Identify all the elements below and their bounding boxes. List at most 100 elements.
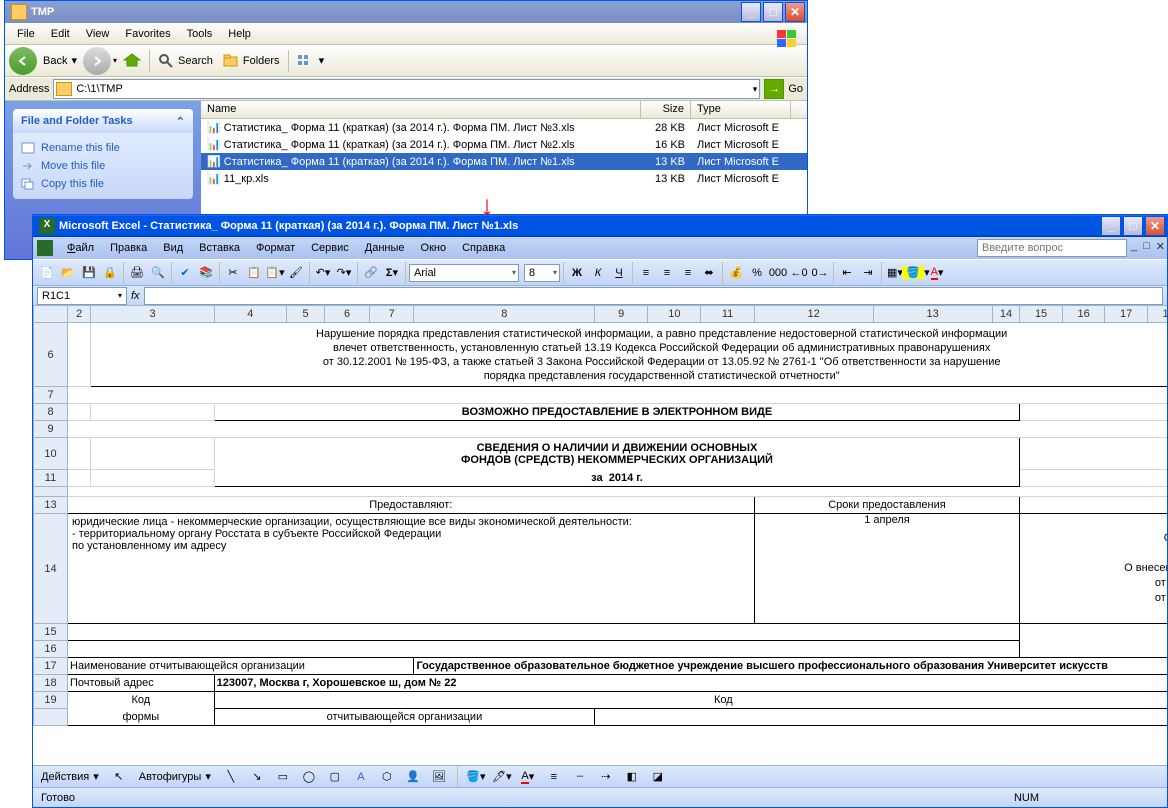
excel-close[interactable]: ✕ [1145,216,1165,236]
fill-button[interactable]: 🪣▾ [906,263,926,283]
textbox-tool[interactable]: ▢ [325,767,345,787]
list-item[interactable]: 📊 Статистика_ Форма 11 (краткая) (за 201… [201,119,807,136]
menu-view[interactable]: View [78,26,118,42]
m-format[interactable]: Формат [248,240,303,256]
italic-button[interactable]: К [588,263,608,283]
doc-minimize[interactable]: _ [1131,240,1137,253]
list-header[interactable]: Name Size Type [201,101,807,119]
back-button[interactable] [9,47,37,75]
copy-task[interactable]: Copy this file [13,175,193,193]
linestyle-tool[interactable]: ≡ [544,767,564,787]
col-type[interactable]: Type [691,101,791,119]
doc-restore[interactable]: □ [1143,240,1150,253]
views-button[interactable]: ▾ [293,49,329,73]
print-button[interactable]: 🖨 [127,263,147,283]
rename-task[interactable]: Rename this file [13,139,193,157]
font-selector[interactable]: Arial [409,264,519,282]
formula-input[interactable] [144,287,1163,305]
close-button[interactable]: ✕ [785,2,805,22]
m-data[interactable]: Данные [357,240,413,256]
m-insert[interactable]: Вставка [191,240,248,256]
wordart-tool[interactable]: A [351,767,371,787]
clipart-tool[interactable]: 👤 [403,767,423,787]
comma-button[interactable]: 000 [768,263,788,283]
fx-label[interactable]: fx [131,290,140,302]
line-tool[interactable]: ╲ [221,767,241,787]
go-label[interactable]: Go [788,83,803,95]
autoshapes-menu[interactable]: Автофигуры ▾ [135,765,215,789]
back-label[interactable]: Back ▾ [39,49,81,73]
research-button[interactable]: 📚 [196,263,216,283]
folders-button[interactable]: Folders [219,49,284,73]
3d-tool[interactable]: ◪ [648,767,668,787]
rect-tool[interactable]: ▭ [273,767,293,787]
actions-menu[interactable]: Действия ▾ [37,765,103,789]
menu-tools[interactable]: Tools [179,26,221,42]
preview-button[interactable]: 🔍 [148,263,168,283]
excel-minimize[interactable]: _ [1101,216,1121,236]
picture-tool[interactable]: 🖼 [429,767,449,787]
hyperlink-button[interactable]: 🔗 [361,263,381,283]
arrowstyle-tool[interactable]: ⇢ [596,767,616,787]
ask-input[interactable] [977,239,1127,257]
fontsize-selector[interactable]: 8 [524,264,560,282]
collapse-icon[interactable]: ⌃ [176,115,185,128]
m-view[interactable]: Вид [155,240,191,256]
excel-titlebar[interactable]: X Microsoft Excel - Статистика_ Форма 11… [33,215,1167,237]
list-item[interactable]: 📊 11_кр.xls13 KBЛист Microsoft E [201,170,807,187]
dec-decimal[interactable]: 0→ [810,263,830,283]
linecolor-tool[interactable]: 🖊▾ [492,767,512,787]
shadow-tool[interactable]: ◧ [622,767,642,787]
fontcolor-button[interactable]: A▾ [927,263,947,283]
list-item[interactable]: 📊 Статистика_ Форма 11 (краткая) (за 201… [201,136,807,153]
save-button[interactable]: 💾 [79,263,99,283]
list-item-selected[interactable]: 📊 Статистика_ Форма 11 (краткая) (за 201… [201,153,807,170]
minimize-button[interactable]: _ [741,2,761,22]
namebox[interactable]: R1C1▾ [37,287,127,305]
inc-decimal[interactable]: ←0 [789,263,809,283]
m-help[interactable]: Справка [454,240,513,256]
move-task[interactable]: Move this file [13,157,193,175]
menu-file[interactable]: File [9,26,43,42]
redo-button[interactable]: ↷▾ [334,263,354,283]
go-button[interactable]: → [764,79,784,99]
currency-button[interactable]: 💰 [726,263,746,283]
explorer-titlebar[interactable]: TMP _ □ ✕ [5,1,807,23]
undo-button[interactable]: ↶▾ [313,263,333,283]
diagram-tool[interactable]: ⬡ [377,767,397,787]
address-input[interactable]: C:\1\TMP ▾ [53,79,760,99]
search-button[interactable]: Search [154,49,217,73]
select-pointer[interactable]: ↖ [109,767,129,787]
m-file[interactable]: Файл [59,240,102,256]
align-left[interactable]: ≡ [636,263,656,283]
bold-button[interactable]: Ж [567,263,587,283]
fontcolor-tool[interactable]: A▾ [518,767,538,787]
inc-indent[interactable]: ⇥ [858,263,878,283]
paste-button[interactable]: 📋▾ [265,263,285,283]
col-name[interactable]: Name [201,101,641,119]
m-window[interactable]: Окно [413,240,455,256]
align-center[interactable]: ≡ [657,263,677,283]
copy-button[interactable]: 📋 [244,263,264,283]
up-button[interactable] [119,49,145,73]
permission-button[interactable]: 🔒 [100,263,120,283]
percent-button[interactable]: % [747,263,767,283]
new-button[interactable]: 📄 [37,263,57,283]
oval-tool[interactable]: ◯ [299,767,319,787]
merge-button[interactable]: ⬌ [699,263,719,283]
tasks-header[interactable]: File and Folder Tasks⌃ [13,109,193,133]
spell-button[interactable]: ✔ [175,263,195,283]
menu-edit[interactable]: Edit [43,26,78,42]
dec-indent[interactable]: ⇤ [837,263,857,283]
underline-button[interactable]: Ч [609,263,629,283]
menu-favorites[interactable]: Favorites [117,26,178,42]
autosum-button[interactable]: Σ▾ [382,263,402,283]
align-right[interactable]: ≡ [678,263,698,283]
doc-close[interactable]: ✕ [1156,240,1165,253]
format-painter[interactable]: 🖌 [286,263,306,283]
col-size[interactable]: Size [641,101,691,119]
dashstyle-tool[interactable]: ┄ [570,767,590,787]
open-button[interactable]: 📂 [58,263,78,283]
maximize-button[interactable]: □ [763,2,783,22]
spreadsheet-grid[interactable]: 2345678910111213141516171819 6 Нарушение… [33,305,1167,726]
